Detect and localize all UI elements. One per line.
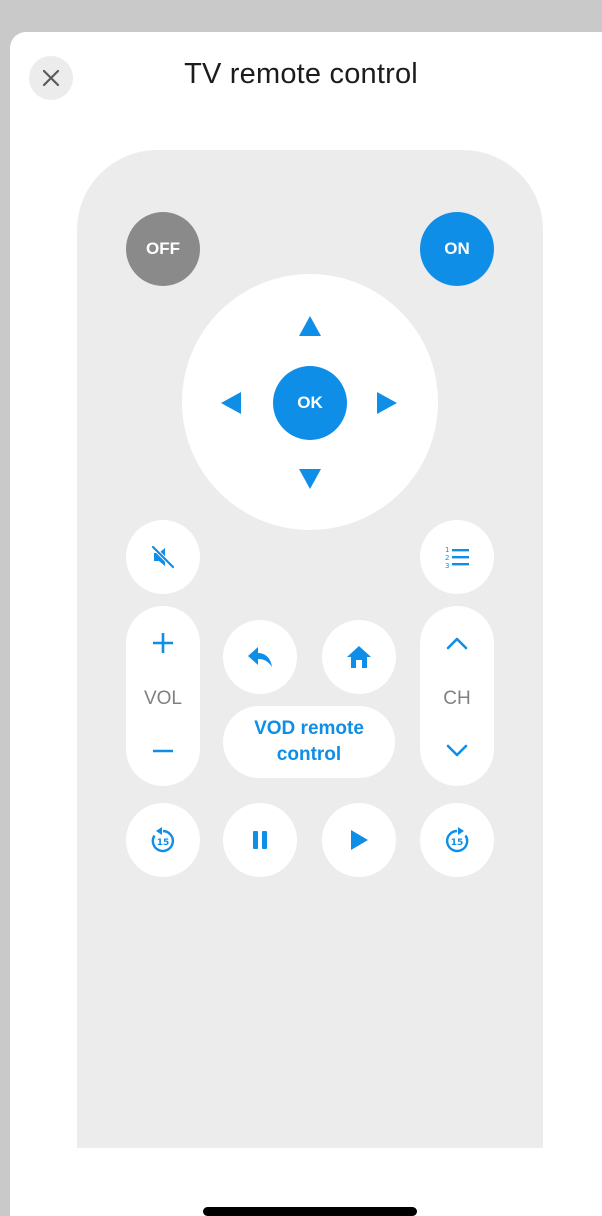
home-indicator (203, 1207, 417, 1216)
arrow-down-button[interactable] (298, 468, 322, 490)
home-button[interactable] (322, 620, 396, 694)
mute-button[interactable] (126, 520, 200, 594)
pause-icon (251, 830, 269, 850)
chevron-down-icon (446, 744, 468, 758)
numbered-list-icon: 1 2 3 (444, 544, 470, 570)
forward-15-icon: 15 (444, 827, 470, 853)
rewind-15-button[interactable]: 15 (126, 803, 200, 877)
volume-control: VOL (126, 606, 200, 786)
svg-text:15: 15 (157, 838, 170, 848)
arrow-left-icon (220, 391, 242, 415)
pause-button[interactable] (223, 803, 297, 877)
arrow-right-icon (376, 391, 398, 415)
minus-icon (152, 748, 174, 754)
volume-down-button[interactable] (152, 748, 174, 754)
play-icon (349, 829, 369, 851)
arrow-up-icon (298, 315, 322, 337)
svg-text:2: 2 (445, 554, 449, 562)
mute-icon (150, 544, 176, 570)
chevron-up-icon (446, 636, 468, 650)
volume-label: VOL (143, 688, 183, 709)
vod-remote-button[interactable]: VOD remote control (223, 706, 395, 778)
back-icon (247, 646, 273, 668)
arrow-left-button[interactable] (220, 391, 242, 415)
ok-button[interactable]: OK (273, 366, 347, 440)
plus-icon (152, 632, 174, 654)
svg-text:15: 15 (451, 838, 464, 848)
channel-control: CH (420, 606, 494, 786)
back-button[interactable] (223, 620, 297, 694)
svg-text:1: 1 (445, 546, 449, 554)
arrow-down-icon (298, 468, 322, 490)
power-off-button[interactable]: OFF (126, 212, 200, 286)
channel-up-button[interactable] (446, 636, 468, 650)
volume-up-button[interactable] (152, 632, 174, 654)
page-title: TV remote control (184, 58, 418, 90)
svg-text:3: 3 (445, 562, 449, 570)
forward-15-button[interactable]: 15 (420, 803, 494, 877)
channel-down-button[interactable] (446, 744, 468, 758)
rewind-15-icon: 15 (150, 827, 176, 853)
arrow-right-button[interactable] (376, 391, 398, 415)
arrow-up-button[interactable] (298, 315, 322, 337)
home-icon (346, 645, 372, 669)
power-on-button[interactable]: ON (420, 212, 494, 286)
channel-label: CH (443, 688, 471, 709)
vod-label-line1: VOD remote (254, 718, 364, 739)
play-button[interactable] (322, 803, 396, 877)
vod-label-line2: control (276, 744, 342, 765)
guide-button[interactable]: 1 2 3 (420, 520, 494, 594)
